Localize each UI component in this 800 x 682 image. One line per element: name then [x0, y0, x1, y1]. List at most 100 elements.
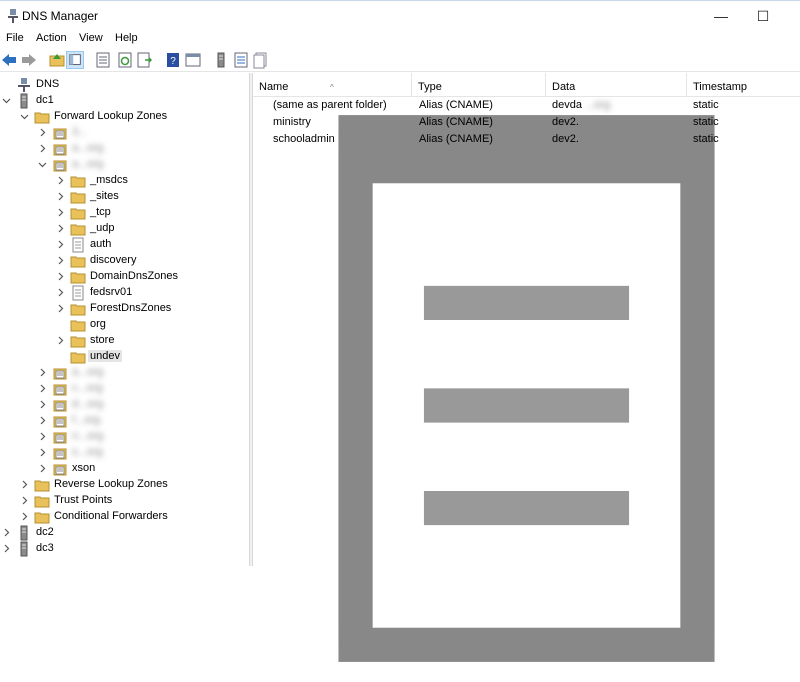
chevron-down-icon[interactable]	[20, 112, 29, 121]
chevron-right-icon[interactable]	[56, 256, 65, 265]
menu-help[interactable]: Help	[115, 32, 138, 44]
chevron-right-icon[interactable]	[2, 528, 11, 537]
tree-node-zone-7[interactable]: f...org	[0, 413, 249, 429]
chevron-down-icon[interactable]	[38, 160, 47, 169]
tree-node-udp[interactable]: _udp	[0, 221, 249, 237]
tree-node-trust-points[interactable]: Trust Points	[0, 493, 249, 509]
chevron-right-icon[interactable]	[56, 272, 65, 281]
tree-node-label: store	[90, 334, 115, 346]
chevron-right-icon[interactable]	[2, 544, 11, 553]
tree-node-zone-9[interactable]: s...org	[0, 445, 249, 461]
chevron-right-icon[interactable]	[38, 416, 47, 425]
table-row[interactable]: schooladmin Alias (CNAME) dev2. static	[253, 132, 800, 662]
forward-arrow-icon[interactable]	[20, 51, 38, 69]
chevron-right-icon[interactable]	[38, 128, 47, 137]
column-timestamp[interactable]: Timestamp	[687, 73, 800, 97]
table-row[interactable]: ministry Alias (CNAME) dev2. static	[253, 115, 800, 645]
tree-node-fedsrv01[interactable]: fedsrv01	[0, 285, 249, 301]
chevron-right-icon[interactable]	[38, 448, 47, 457]
tree-node-label: discovery	[90, 254, 137, 266]
tree-node-label: Forward Lookup Zones	[54, 110, 168, 122]
column-name[interactable]: Name ^	[253, 73, 412, 97]
chevron-right-icon[interactable]	[38, 384, 47, 393]
document-icon[interactable]	[252, 51, 270, 69]
export-list-icon[interactable]	[136, 51, 154, 69]
show-tree-icon[interactable]	[66, 51, 84, 69]
chevron-right-icon[interactable]	[56, 304, 65, 313]
console-icon[interactable]	[184, 51, 202, 69]
back-arrow-icon[interactable]	[0, 51, 18, 69]
chevron-right-icon[interactable]	[56, 192, 65, 201]
chevron-down-icon[interactable]	[2, 96, 11, 105]
chevron-right-icon[interactable]	[56, 240, 65, 249]
column-header: Name ^ Type Data Timestamp	[253, 73, 800, 97]
menu-bar: File Action View Help	[0, 30, 800, 48]
menu-file[interactable]: File	[6, 32, 24, 44]
chevron-right-icon[interactable]	[56, 224, 65, 233]
tree-node-label: c...org	[72, 382, 103, 394]
tree-node-label: a...org	[72, 366, 104, 378]
tree-node-zone-2[interactable]: a...org	[0, 141, 249, 157]
tree-node-store[interactable]: store	[0, 333, 249, 349]
tree-node-label: DNS	[36, 78, 60, 90]
chevron-right-icon[interactable]	[56, 176, 65, 185]
minimize-button[interactable]: —	[706, 5, 736, 27]
tree-node-zone-4[interactable]: a...org	[0, 365, 249, 381]
tree-node-dc2[interactable]: dc2	[0, 525, 249, 541]
tree-node-zone-8[interactable]: n...org	[0, 429, 249, 445]
tree-node-forward-lookup-zones[interactable]: Forward Lookup Zones	[0, 109, 249, 125]
chevron-right-icon[interactable]	[38, 464, 47, 473]
column-type[interactable]: Type	[412, 73, 546, 97]
up-folder-icon[interactable]	[48, 51, 66, 69]
tree-node-zone-1[interactable]: 3...	[0, 125, 249, 141]
chevron-right-icon[interactable]	[56, 288, 65, 297]
properties-icon[interactable]	[94, 51, 112, 69]
tree-node-reverse-lookup-zones[interactable]: Reverse Lookup Zones	[0, 477, 249, 493]
tree-node-domaindnszones[interactable]: DomainDnsZones	[0, 269, 249, 285]
chevron-right-icon[interactable]	[38, 400, 47, 409]
folder-icon	[34, 512, 50, 524]
tree-node-label: dc3	[36, 542, 54, 554]
server-icon[interactable]	[212, 51, 230, 69]
refresh-icon[interactable]	[116, 51, 134, 69]
cell-data: dev2.	[552, 133, 579, 145]
table-row[interactable]: (same as parent folder) Alias (CNAME) devd…	[253, 98, 800, 628]
maximize-button[interactable]: ☐	[748, 5, 778, 27]
zone-icon	[53, 448, 67, 460]
chevron-right-icon[interactable]	[20, 512, 29, 521]
tree-node-auth[interactable]: auth	[0, 237, 249, 253]
tree-node-discovery[interactable]: discovery	[0, 253, 249, 269]
zone-icon	[53, 384, 67, 396]
menu-action[interactable]: Action	[36, 32, 67, 44]
chevron-right-icon[interactable]	[20, 496, 29, 505]
tree-node-dc3[interactable]: dc3	[0, 541, 249, 557]
chevron-right-icon[interactable]	[56, 336, 65, 345]
tree-node-conditional-forwarders[interactable]: Conditional Forwarders	[0, 509, 249, 525]
menu-view[interactable]: View	[79, 32, 103, 44]
folder-icon	[70, 256, 86, 268]
chevron-right-icon[interactable]	[38, 432, 47, 441]
chevron-right-icon[interactable]	[56, 208, 65, 217]
tree-node-label: dc1	[36, 94, 54, 106]
chevron-right-icon[interactable]	[20, 480, 29, 489]
chevron-right-icon[interactable]	[38, 368, 47, 377]
cell-type: Alias (CNAME)	[419, 133, 493, 145]
tree-node-dns[interactable]: DNS	[0, 77, 249, 93]
tree-node-sites[interactable]: _sites	[0, 189, 249, 205]
column-data[interactable]: Data	[546, 73, 687, 97]
tree-node-label: 3...	[72, 126, 88, 138]
tree-node-zone-5[interactable]: c...org	[0, 381, 249, 397]
tree-node-zone-3[interactable]: a...org	[0, 157, 249, 173]
tree-node-zone-10[interactable]: xson	[0, 461, 249, 477]
tree-node-dc1[interactable]: dc1	[0, 93, 249, 109]
tree-node-msdcs[interactable]: _msdcs	[0, 173, 249, 189]
chevron-right-icon[interactable]	[38, 144, 47, 153]
tree-node-undev[interactable]: undev	[0, 349, 249, 365]
tree-node-forestdnszones[interactable]: ForestDnsZones	[0, 301, 249, 317]
tree-node-label: _tcp	[90, 206, 111, 218]
list-icon[interactable]	[232, 51, 250, 69]
tree-node-org[interactable]: org	[0, 317, 249, 333]
help-icon[interactable]: ?	[164, 51, 182, 69]
tree-node-zone-6[interactable]: d...org	[0, 397, 249, 413]
tree-node-tcp[interactable]: _tcp	[0, 205, 249, 221]
